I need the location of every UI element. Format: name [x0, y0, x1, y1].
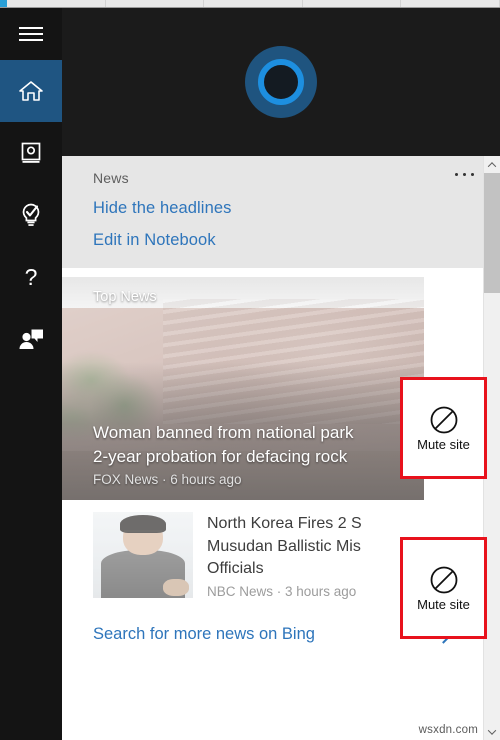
taskbar-cell[interactable]	[7, 0, 106, 7]
person-speech-bubble-icon	[18, 328, 44, 350]
news-item-headline-line1: North Korea Fires 2 S	[207, 515, 362, 532]
chevron-up-icon[interactable]	[484, 156, 500, 173]
news-item-source: NBC News · 3 hours ago	[207, 584, 357, 600]
mute-site-button[interactable]: Mute site	[400, 377, 487, 479]
top-news-text: Woman banned from national park 2-year p…	[93, 421, 424, 487]
hamburger-icon	[18, 25, 44, 43]
top-news-headline-line2: 2-year probation for defacing rock	[93, 446, 348, 466]
taskbar-cell[interactable]	[204, 0, 303, 7]
cortana-hero	[62, 8, 500, 156]
hide-headlines-link[interactable]: Hide the headlines	[62, 186, 500, 218]
ellipsis-icon[interactable]	[451, 169, 478, 180]
news-item-headline-line2: Musudan Ballistic Mis	[207, 537, 361, 555]
screen: ? News Hide the headlines Edit in Notebo…	[0, 0, 500, 740]
mute-site-button[interactable]: Mute site	[400, 537, 487, 639]
divider	[62, 268, 500, 277]
sidebar-rail: ?	[0, 8, 62, 740]
taskbar-cell[interactable]	[106, 0, 205, 7]
svg-text:?: ?	[25, 264, 38, 290]
no-entry-icon	[430, 566, 457, 593]
sidebar-item-home[interactable]	[0, 60, 62, 122]
taskbar-accent	[0, 0, 7, 7]
news-item-headline-line3: Officials	[207, 560, 264, 578]
portrait-thumbnail	[93, 512, 193, 598]
chevron-down-icon[interactable]	[484, 723, 500, 740]
cortana-ring-icon[interactable]	[245, 46, 317, 118]
page-title: News	[93, 170, 129, 186]
no-entry-icon	[430, 406, 457, 433]
sidebar-item-feedback[interactable]	[0, 308, 62, 370]
news-item-body: North Korea Fires 2 S Musudan Ballistic …	[207, 512, 424, 599]
watermark: wsxdn.com	[418, 724, 478, 736]
sidebar-item-help[interactable]: ?	[0, 246, 62, 308]
taskbar[interactable]	[0, 0, 500, 8]
cortana-ring-inner	[258, 59, 304, 105]
mute-site-label: Mute site	[417, 436, 470, 452]
lightbulb-check-icon	[19, 202, 43, 228]
sidebar-item-menu[interactable]	[0, 8, 62, 60]
home-icon	[18, 79, 44, 103]
mute-site-label: Mute site	[417, 596, 470, 612]
question-mark-icon: ?	[19, 264, 43, 290]
top-news-headline-line1: Woman banned from national park	[93, 423, 354, 443]
top-news-source: FOX News · 6 hours ago	[93, 472, 242, 487]
news-header-card: News Hide the headlines Edit in Notebook	[62, 156, 500, 268]
top-news-badge: Top News	[93, 289, 157, 305]
taskbar-cell[interactable]	[401, 0, 500, 7]
notebook-icon	[19, 141, 43, 165]
news-list-item[interactable]: North Korea Fires 2 S Musudan Ballistic …	[62, 500, 424, 610]
taskbar-cell[interactable]	[303, 0, 402, 7]
edit-in-notebook-link[interactable]: Edit in Notebook	[62, 218, 500, 250]
sidebar-item-notebook[interactable]	[0, 122, 62, 184]
search-more-news-label: Search for more news on Bing	[93, 625, 315, 644]
sidebar-item-reminders[interactable]	[0, 184, 62, 246]
top-news-card[interactable]: Top News Woman banned from national park…	[62, 277, 424, 500]
scrollbar-thumb[interactable]	[483, 173, 500, 293]
